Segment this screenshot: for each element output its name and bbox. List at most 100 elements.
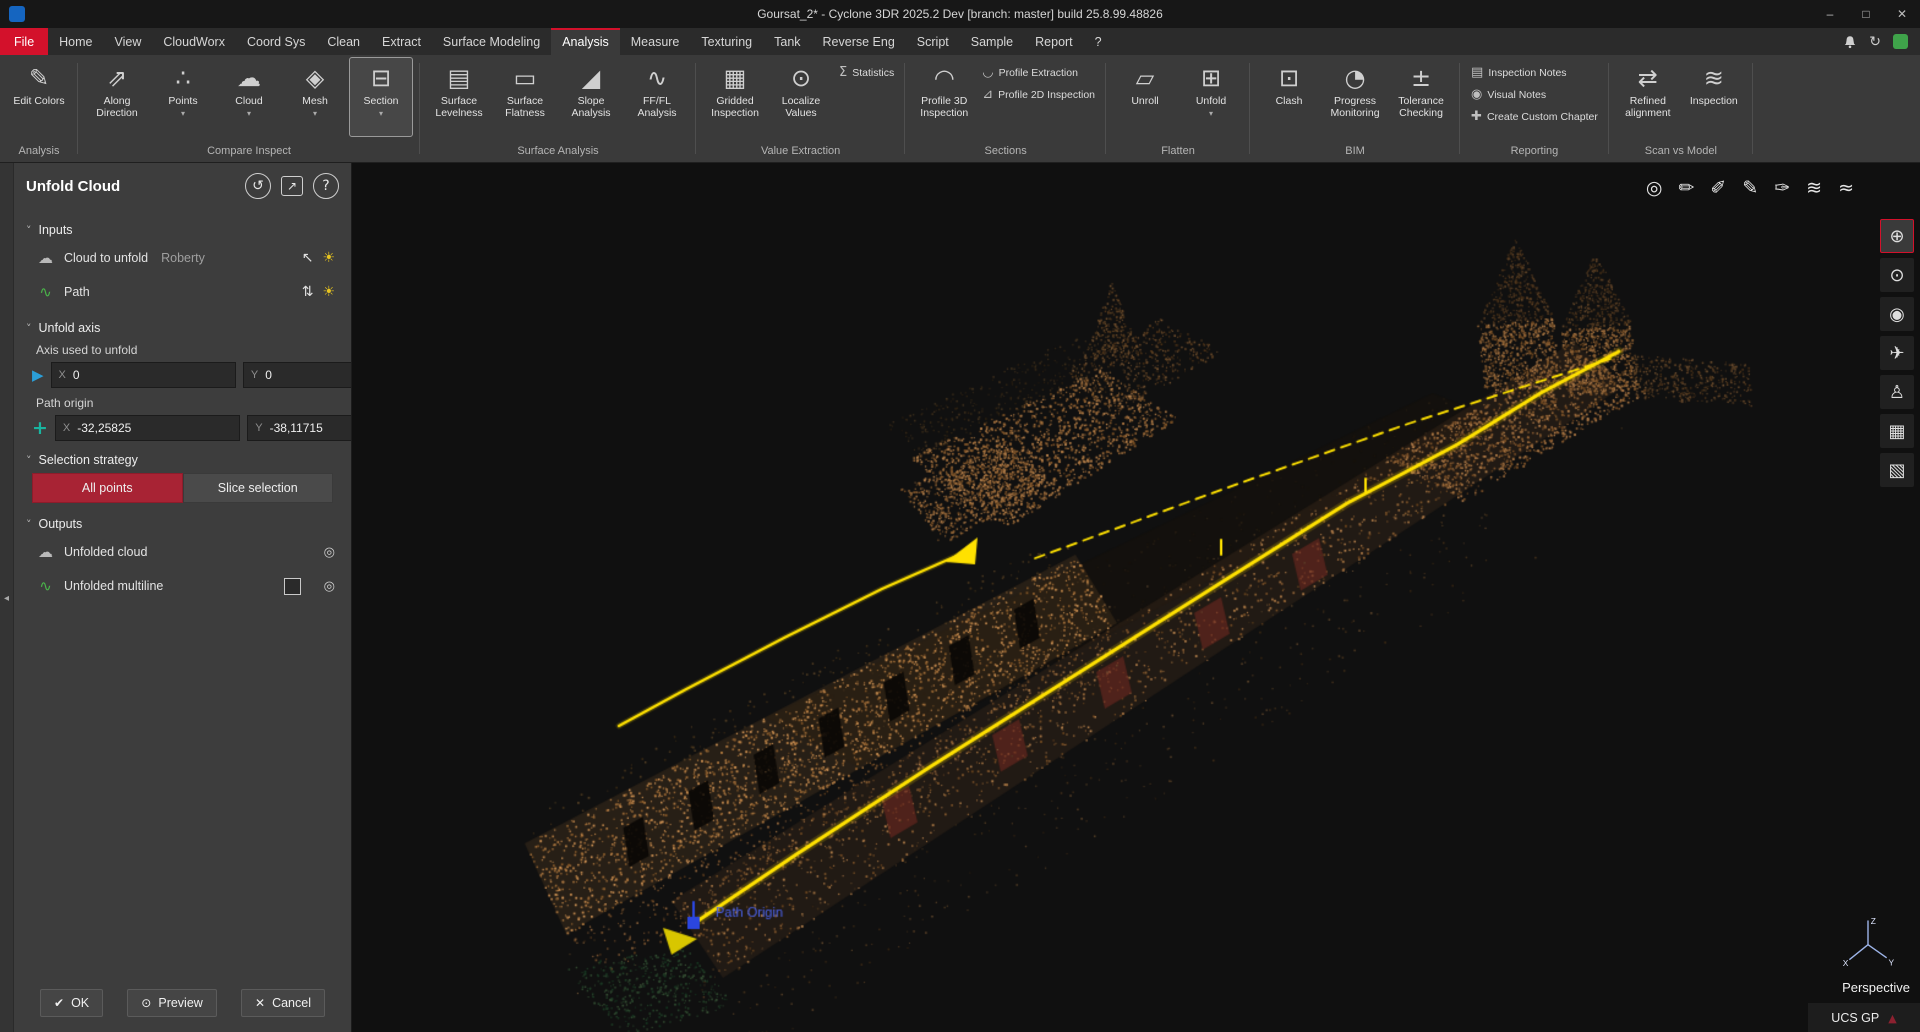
ribbon-button-surface-levelness[interactable]: ▤Surface Levelness [427,57,491,137]
sync-icon[interactable]: ↻ [1869,34,1881,50]
section-header-unfold-axis[interactable]: ˅Unfold axis [26,321,339,335]
ribbon-button-along-direction[interactable]: ⇗Along Direction [85,57,149,137]
bell-icon[interactable] [1843,35,1857,49]
ribbon-button-refined-alignment[interactable]: ⇄Refined alignment [1616,57,1680,137]
measure-pen3-icon[interactable]: ✎ [1742,177,1758,199]
ribbon-button-profile-extraction[interactable]: ◡Profile Extraction [978,64,1099,81]
menu-tab-extract[interactable]: Extract [371,28,432,55]
menu-tab-view[interactable]: View [104,28,153,55]
pick-icon[interactable]: ↖ [302,250,314,266]
ribbon-button-unfold[interactable]: ⊞Unfold▾ [1179,57,1243,137]
viewport-3d-canvas[interactable] [352,163,1920,1032]
measure-pen2-icon[interactable]: ✐ [1710,177,1726,199]
pin-icon[interactable]: ◎ [324,545,335,560]
compare-cloud-icon[interactable]: ≋ [1806,177,1822,199]
ok-button[interactable]: ✔OK [40,989,103,1017]
bulb-icon[interactable]: ☀ [322,250,335,266]
ribbon-button-edit-colors[interactable]: ✎Edit Colors [7,57,71,137]
cancel-button[interactable]: ✕Cancel [241,989,325,1017]
close-icon[interactable]: ✕ [1884,0,1920,28]
zoom-target-icon[interactable]: ⊙ [1880,258,1914,292]
ribbon-button-tolerance-checking[interactable]: ±Tolerance Checking [1389,57,1453,137]
menu-tab-sample[interactable]: Sample [960,28,1024,55]
maximize-icon[interactable]: □ [1848,0,1884,28]
ribbon-button-section[interactable]: ⊟Section▾ [349,57,413,137]
open-report-icon[interactable]: ↗ [281,176,303,196]
origin-plus-icon: + [32,417,48,439]
reset-icon[interactable]: ↺ [245,173,271,199]
help-icon[interactable]: ? [313,173,339,199]
ribbon-button-surface-flatness[interactable]: ▭Surface Flatness [493,57,557,137]
walk-mode-icon[interactable]: ♙ [1880,375,1914,409]
gizmo-y-axis [1868,945,1887,958]
menu-tab-coord-sys[interactable]: Coord Sys [236,28,316,55]
bulb-icon[interactable]: ☀ [322,284,335,300]
menu-tab-analysis[interactable]: Analysis [551,28,620,55]
camera-position-icon[interactable]: ◉ [1880,297,1914,331]
ribbon-button-clash[interactable]: ⊡Clash [1257,57,1321,137]
section-header-outputs[interactable]: ˅Outputs [26,517,339,531]
ribbon-button-slope-analysis[interactable]: ◢Slope Analysis [559,57,623,137]
compare-mesh-icon[interactable]: ≈ [1838,177,1854,199]
ribbon-button-inspection[interactable]: ≋Inspection [1682,57,1746,137]
ribbon-button-profile-2d-inspection[interactable]: ⊿Profile 2D Inspection [978,86,1099,103]
ribbon-button-localize-values[interactable]: ⊙Localize Values [769,57,833,137]
ribbon-button-mesh[interactable]: ◈Mesh▾ [283,57,347,137]
unfolded-multiline-checkbox[interactable] [284,578,301,595]
menu-tab-reverse-eng[interactable]: Reverse Eng [812,28,906,55]
mesh-icon: ◈ [306,63,324,93]
menu-tab-script[interactable]: Script [906,28,960,55]
swap-icon[interactable]: ⇅ [302,284,314,300]
preview-button[interactable]: ⊙Preview [127,989,217,1017]
account-badge-icon[interactable] [1893,34,1908,49]
ribbon-button-profile-3d-inspection[interactable]: ◠Profile 3D Inspection [912,57,976,137]
menu-tab-file[interactable]: File [0,28,48,55]
ribbon-button-ff-fl-analysis[interactable]: ∿FF/FL Analysis [625,57,689,137]
menu-tab-report[interactable]: Report [1024,28,1084,55]
menu-tab-measure[interactable]: Measure [620,28,691,55]
selection-strategy-toggle: All pointsSlice selection [26,471,339,505]
unfold-axis-y-input[interactable] [265,368,351,382]
menu-tab-cloudworx[interactable]: CloudWorx [152,28,236,55]
ribbon-button-unroll[interactable]: ▱Unroll [1113,57,1177,137]
fly-mode-icon[interactable]: ✈ [1880,336,1914,370]
unfold-view-icon[interactable]: ▧ [1880,453,1914,487]
menu-tab-surface-modeling[interactable]: Surface Modeling [432,28,551,55]
measure-pen1-icon[interactable]: ✏ [1678,177,1694,199]
ucs-selector[interactable]: UCS GP ▲ [1808,1003,1920,1032]
clash-icon: ⊡ [1279,63,1299,93]
output-row-unfolded-cloud: ☁Unfolded cloud◎ [26,535,339,569]
ribbon-button-gridded-inspection[interactable]: ▦Gridded Inspection [703,57,767,137]
menu-tab-tank[interactable]: Tank [763,28,811,55]
axis-letter: Y [255,422,262,434]
ribbon-button-points[interactable]: ∴Points▾ [151,57,215,137]
path-origin-x-input[interactable] [77,421,232,435]
path-origin-y-input[interactable] [270,421,351,435]
pin-icon[interactable]: ◎ [324,579,335,594]
panel-collapse-arrow-icon[interactable]: ◂ [4,593,9,604]
unfold-axis-x-input[interactable] [73,368,228,382]
ribbon-button-visual-notes[interactable]: ◉Visual Notes [1467,86,1602,103]
slice-selection-button[interactable]: Slice selection [183,473,334,503]
section-header-inputs[interactable]: ˅Inputs [26,223,339,237]
target-circle-icon[interactable]: ◎ [1646,177,1663,199]
ribbon-button-inspection-notes[interactable]: ▤Inspection Notes [1467,64,1602,81]
menu-tab-texturing[interactable]: Texturing [690,28,763,55]
app-logo-icon [9,6,25,22]
menu-tab-home[interactable]: Home [48,28,103,55]
gridded-inspection-icon: ▦ [724,63,747,93]
orbit-view-icon[interactable]: ⊕ [1880,219,1914,253]
menu-tab-help[interactable]: ? [1084,28,1113,55]
all-points-button[interactable]: All points [32,473,183,503]
section-header-selection-strategy[interactable]: ˅Selection strategy [26,453,339,467]
cube-view-icon[interactable]: ▦ [1880,414,1914,448]
minimize-icon[interactable]: – [1812,0,1848,28]
ribbon-button-progress-monitoring[interactable]: ◔Progress Monitoring [1323,57,1387,137]
measure-pen4-icon[interactable]: ✑ [1774,177,1790,199]
menu-tab-clean[interactable]: Clean [316,28,371,55]
ribbon-button-cloud[interactable]: ☁Cloud▾ [217,57,281,137]
unfold-axis-row: ▶XYZ [26,362,339,388]
ribbon-button-create-custom-chapter[interactable]: ✚Create Custom Chapter [1467,108,1602,125]
section-title: Inputs [39,223,73,237]
ribbon-button-statistics[interactable]: ΣStatistics [835,64,898,81]
